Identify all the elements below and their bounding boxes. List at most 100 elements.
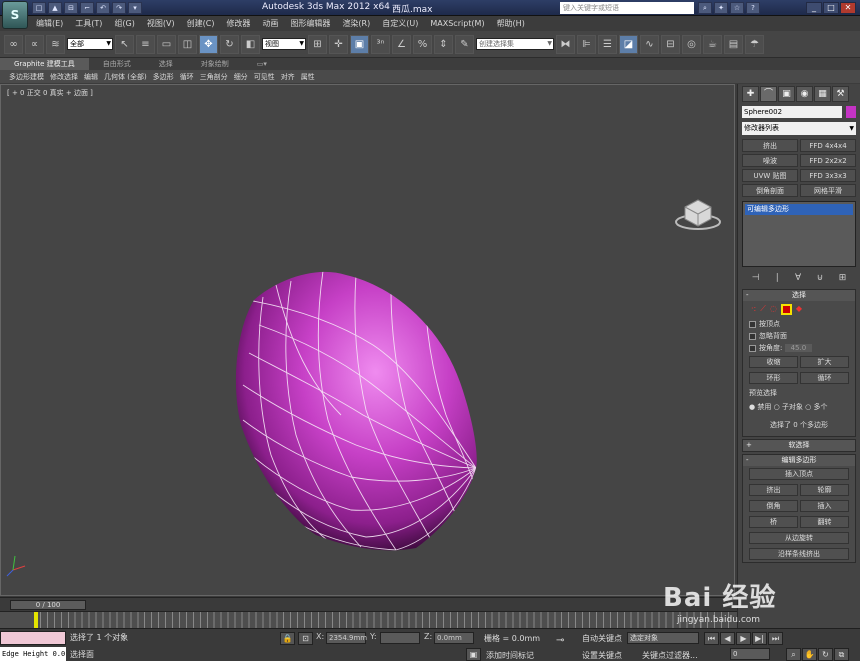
modifier-bevel-profile-button[interactable]: 倒角剖面 — [742, 184, 798, 197]
perspective-viewport[interactable]: [ + 0 正交 0 真实 + 边面 ] — [0, 84, 735, 596]
ribbon-item-visibility[interactable]: 可见性 — [251, 72, 278, 82]
create-tab-icon[interactable]: ✚ — [742, 86, 759, 102]
rectangular-selection-icon[interactable]: ▭ — [157, 34, 176, 54]
curve-editor-icon[interactable]: ∿ — [640, 34, 659, 54]
menu-animation[interactable]: 动画 — [256, 18, 284, 29]
graphite-toggle-icon[interactable]: ◪ — [619, 34, 638, 54]
menu-group[interactable]: 组(G) — [108, 18, 140, 29]
ribbon-tab-selection[interactable]: 选择 — [145, 59, 187, 69]
schematic-view-icon[interactable]: ⊟ — [661, 34, 680, 54]
radio-multi[interactable]: ○ 多个 — [805, 403, 827, 411]
modify-tab-icon[interactable]: ⌒ — [760, 86, 777, 102]
edit-named-selection-icon[interactable]: ✎ — [455, 34, 474, 54]
by-angle-checkbox[interactable]: 按角度: 45.0 — [743, 342, 855, 354]
insert-vertex-button[interactable]: 插入顶点 — [749, 468, 849, 480]
zoom-icon[interactable]: ⌕ — [786, 648, 801, 661]
select-and-manipulate-icon[interactable]: ✛ — [329, 34, 348, 54]
ignore-backfacing-checkbox[interactable]: 忽略背面 — [743, 330, 855, 342]
show-end-result-icon[interactable]: ∣ — [775, 273, 780, 283]
polygon-level-icon[interactable] — [780, 304, 792, 315]
previous-frame-icon[interactable]: ◀ — [720, 632, 735, 645]
rendered-frame-window-icon[interactable]: ▤ — [724, 34, 743, 54]
bevel-button[interactable]: 倒角 — [749, 500, 798, 512]
radio-subobject[interactable]: ○ 子对象 — [774, 403, 803, 411]
modifier-ffd333-button[interactable]: FFD 3x3x3 — [800, 169, 856, 182]
ribbon-item-poly-modeling[interactable]: 多边形建模 — [6, 72, 47, 82]
go-to-end-icon[interactable]: ⏭ — [768, 632, 783, 645]
play-icon[interactable]: ▶ — [736, 632, 751, 645]
orbit-icon[interactable]: ↻ — [818, 648, 833, 661]
menu-maxscript[interactable]: MAXScript(M) — [424, 19, 490, 28]
extrude-button[interactable]: 挤出 — [749, 484, 798, 496]
object-color-swatch[interactable] — [846, 106, 856, 118]
keyboard-shortcut-override-icon[interactable]: ▣ — [350, 34, 369, 54]
select-and-move-icon[interactable]: ✥ — [199, 34, 218, 54]
modifier-noise-button[interactable]: 噪波 — [742, 154, 798, 167]
display-tab-icon[interactable]: ▦ — [814, 86, 831, 102]
menu-tools[interactable]: 工具(T) — [69, 18, 108, 29]
extrude-along-spline-button[interactable]: 沿样条线挤出 — [749, 548, 849, 560]
named-selection-sets-dropdown[interactable]: 创建选择集 — [476, 38, 554, 50]
selection-lock-icon[interactable]: 🔒 — [280, 632, 295, 645]
key-mode-dropdown[interactable]: 选定对象 — [627, 632, 699, 644]
menu-views[interactable]: 视图(V) — [141, 18, 181, 29]
search-input[interactable]: 键入关键字或短语 — [560, 2, 694, 14]
spinner-snap-icon[interactable]: ⇕ — [434, 34, 453, 54]
mirror-icon[interactable]: ⧓ — [556, 34, 575, 54]
material-editor-icon[interactable]: ◎ — [682, 34, 701, 54]
menu-help[interactable]: 帮助(H) — [491, 18, 531, 29]
auto-key-button[interactable]: 自动关键点 — [582, 633, 622, 644]
outline-button[interactable]: 轮廓 — [800, 484, 849, 496]
undo-icon[interactable]: ↶ — [96, 2, 110, 14]
motion-tab-icon[interactable]: ◉ — [796, 86, 813, 102]
save-icon[interactable]: ⊟ — [64, 2, 78, 14]
menu-customize[interactable]: 自定义(U) — [376, 18, 424, 29]
angle-snap-icon[interactable]: ∠ — [392, 34, 411, 54]
modifier-stack[interactable]: 可编辑多边形 — [742, 201, 856, 267]
remove-modifier-icon[interactable]: ⊍ — [817, 273, 824, 283]
ribbon-item-align[interactable]: 对齐 — [278, 72, 298, 82]
link-icon[interactable]: ∞ — [4, 34, 23, 54]
help-icon[interactable]: ? — [746, 2, 760, 14]
stack-item-editable-poly[interactable]: 可编辑多边形 — [745, 204, 853, 215]
make-unique-icon[interactable]: ∀ — [795, 273, 801, 283]
hold-icon[interactable]: ⌐ — [80, 2, 94, 14]
soft-selection-rollout-header[interactable]: 软选择 — [743, 440, 855, 451]
time-tag-icon[interactable]: ▣ — [466, 648, 481, 661]
modifier-ffd444-button[interactable]: FFD 4x4x4 — [800, 139, 856, 152]
modifier-ffd222-button[interactable]: FFD 2x2x2 — [800, 154, 856, 167]
modifier-list-dropdown[interactable]: 修改器列表 — [742, 122, 856, 135]
configure-sets-icon[interactable]: ⊞ — [839, 273, 847, 283]
inset-button[interactable]: 插入 — [800, 500, 849, 512]
shrink-button[interactable]: 收缩 — [749, 356, 798, 368]
maxscript-mini-listener[interactable]: Edge Height 0.0 — [0, 647, 66, 661]
minimize-button[interactable]: _ — [806, 2, 822, 14]
ring-button[interactable]: 环形 — [749, 372, 798, 384]
key-filters-button[interactable]: 关键点过滤器... — [642, 650, 698, 661]
element-level-icon[interactable]: ◆ — [796, 304, 802, 315]
bind-spacewarp-icon[interactable]: ≋ — [46, 34, 65, 54]
current-frame-field[interactable]: 0 — [730, 648, 770, 660]
add-time-tag[interactable]: 添加时间标记 — [486, 650, 534, 661]
key-icon[interactable]: ⊸ — [556, 635, 564, 646]
modifier-extrude-button[interactable]: 挤出 — [742, 139, 798, 152]
loop-button[interactable]: 循环 — [800, 372, 849, 384]
render-production-icon[interactable]: ☂ — [745, 34, 764, 54]
hierarchy-tab-icon[interactable]: ▣ — [778, 86, 795, 102]
angle-spinner[interactable]: 45.0 — [784, 344, 813, 352]
time-slider[interactable]: 0 / 100 — [10, 600, 86, 610]
menu-modifiers[interactable]: 修改器 — [220, 18, 256, 29]
z-coordinate-field[interactable]: 0.0mm — [434, 632, 474, 644]
ribbon-item-polygons[interactable]: 多边形 — [150, 72, 177, 82]
new-file-icon[interactable]: □ — [32, 2, 46, 14]
vertex-level-icon[interactable]: ·: — [751, 304, 756, 315]
ribbon-item-modify-selection[interactable]: 修改选择 — [47, 72, 81, 82]
hinge-from-edge-button[interactable]: 从边旋转 — [749, 532, 849, 544]
menu-rendering[interactable]: 渲染(R) — [336, 18, 376, 29]
selection-rollout-header[interactable]: 选择 — [743, 290, 855, 301]
redo-icon[interactable]: ↷ — [112, 2, 126, 14]
object-name-field[interactable]: Sphere002 — [742, 106, 842, 118]
absolute-mode-icon[interactable]: ⊡ — [298, 632, 313, 645]
select-object-icon[interactable]: ↖ — [115, 34, 134, 54]
maximize-viewport-icon[interactable]: ⧉ — [834, 648, 849, 661]
